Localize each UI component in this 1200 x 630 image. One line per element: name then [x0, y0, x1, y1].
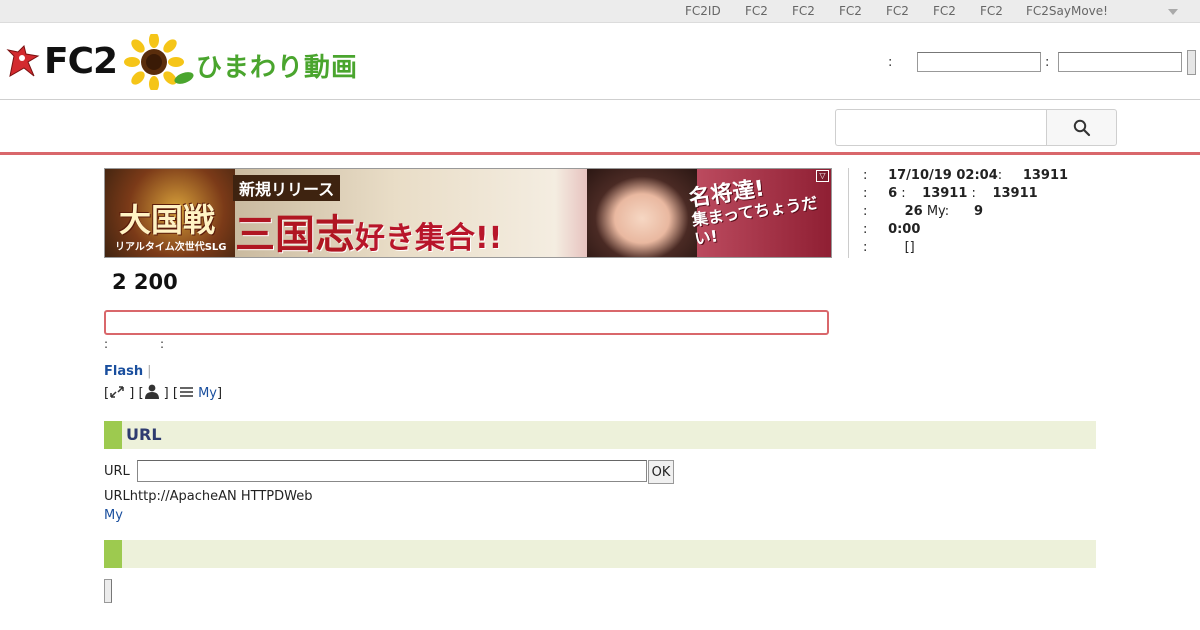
info-colon: : [863, 204, 868, 219]
banner-new-release-badge: 新規リリース [233, 175, 341, 201]
meta-colon: : [160, 337, 165, 351]
nav-link-fc2-5[interactable]: FC2 [933, 4, 956, 18]
video-title: 2 200 [112, 270, 178, 294]
info-colon: : [901, 186, 906, 201]
banner-slogan: 名将達! 集まってちょうだい! [687, 169, 831, 249]
banner-headline-small: 好き集合!! [355, 221, 503, 256]
banner-character-image [587, 169, 697, 257]
meta-colon: : [104, 337, 109, 351]
login-password-label-colon: : [1045, 55, 1050, 70]
info-colon: : [971, 186, 976, 201]
site-header: FC2 ひまわり動画 : : [0, 23, 1200, 100]
nav-link-fc2saymove[interactable]: FC2SayMove! [1026, 4, 1108, 18]
action-row: [ ] [ ] [ My] [104, 383, 222, 403]
user-icon[interactable] [144, 383, 160, 403]
nav-link-fc2-1[interactable]: FC2 [745, 4, 768, 18]
info-colon: : [863, 168, 868, 183]
my-label: My: [926, 204, 950, 219]
small-action-button[interactable] [104, 579, 112, 603]
info-colon: : [863, 240, 868, 255]
info-row-posted: : 17/10/19 02:04: 13911 [863, 168, 1068, 183]
info-row-tags: : [] [863, 240, 915, 255]
sunflower-icon [124, 34, 194, 90]
video-player-box[interactable] [104, 310, 829, 335]
nav-link-fc2-2[interactable]: FC2 [792, 4, 815, 18]
bracket: ] [217, 386, 223, 401]
search-input[interactable] [835, 109, 1047, 146]
info-colon: : [997, 168, 1003, 183]
fc2-logo-icon [6, 45, 40, 77]
top-nav-bar: FC2ID FC2 FC2 FC2 FC2 FC2 FC2 FC2SayMove… [0, 0, 1200, 23]
section-marker [104, 540, 122, 568]
flash-link[interactable]: Flash [104, 364, 143, 379]
banner-game-title: 大国戦 [119, 201, 216, 239]
url-description: URLhttp://ApacheAN HTTPDWeb [104, 489, 313, 504]
video-info-panel: : 17/10/19 02:04: 13911 : 6 : 13911 : 13… [848, 168, 1088, 258]
my-link[interactable]: My [104, 508, 123, 523]
banner-game-subtitle: リアルタイム次世代SLG [115, 242, 227, 253]
info-value: 13911 [992, 186, 1038, 201]
info-count: 26 [904, 204, 923, 219]
info-colon: : [863, 222, 868, 237]
url-field-label: URL [104, 464, 130, 479]
my-count: 9 [973, 204, 984, 219]
video-meta-row: : : [104, 337, 164, 351]
separator: | [147, 364, 152, 379]
nav-dropdown-arrow-icon[interactable] [1168, 9, 1178, 15]
logo-subtitle: ひまわり動画 [196, 53, 359, 83]
url-input[interactable] [137, 460, 647, 482]
info-value: 13911 [922, 186, 968, 201]
nav-link-fc2-3[interactable]: FC2 [839, 4, 862, 18]
login-button[interactable] [1187, 50, 1196, 75]
nav-link-fc2id[interactable]: FC2ID [685, 4, 721, 18]
info-tags[interactable]: [] [905, 240, 915, 255]
video-duration: 0:00 [888, 222, 921, 237]
login-password-input[interactable] [1058, 52, 1182, 72]
info-count: 6 [888, 186, 898, 201]
search-button[interactable] [1046, 109, 1117, 146]
site-logo[interactable]: FC2 ひまわり動画 [4, 34, 359, 90]
ok-button[interactable]: OK [648, 460, 674, 484]
logo-text: FC2 [44, 41, 118, 82]
nav-link-fc2-6[interactable]: FC2 [980, 4, 1003, 18]
info-row-counts: : 6 : 13911 : 13911 [863, 186, 1038, 201]
search-icon [1073, 119, 1091, 137]
section-marker [104, 421, 122, 449]
login-label-colon: : [888, 55, 893, 70]
nav-link-fc2-4[interactable]: FC2 [886, 4, 909, 18]
section-heading-label: URL [126, 425, 162, 444]
banner-headline-big: 三国志 [235, 212, 355, 258]
login-id-input[interactable] [917, 52, 1041, 72]
banner-headline: 三国志好き集合!! [235, 202, 503, 258]
flash-row: Flash | [104, 364, 152, 379]
info-row-duration: : 0:00 [863, 222, 920, 237]
banner-ad[interactable]: 大国戦 リアルタイム次世代SLG 新規リリース 三国志好き集合!! 名将達! 集… [104, 168, 832, 258]
bracket: ] [163, 386, 169, 401]
bracket: ] [129, 386, 135, 401]
second-section-heading [104, 540, 1096, 568]
info-value: 13911 [1022, 168, 1069, 183]
info-row-my: : 26 My: 9 [863, 204, 983, 219]
ad-choices-icon[interactable]: ▽ [816, 170, 829, 182]
my-list-link[interactable]: My [198, 386, 217, 401]
banner-game-logo: 大国戦 リアルタイム次世代SLG [105, 169, 235, 257]
posted-date: 17/10/19 02:04 [888, 168, 998, 183]
url-section-heading: URL [104, 421, 1096, 449]
search-bar [0, 100, 1200, 155]
list-icon[interactable] [178, 385, 194, 403]
fullscreen-icon[interactable] [109, 385, 125, 403]
info-colon: : [863, 186, 868, 201]
